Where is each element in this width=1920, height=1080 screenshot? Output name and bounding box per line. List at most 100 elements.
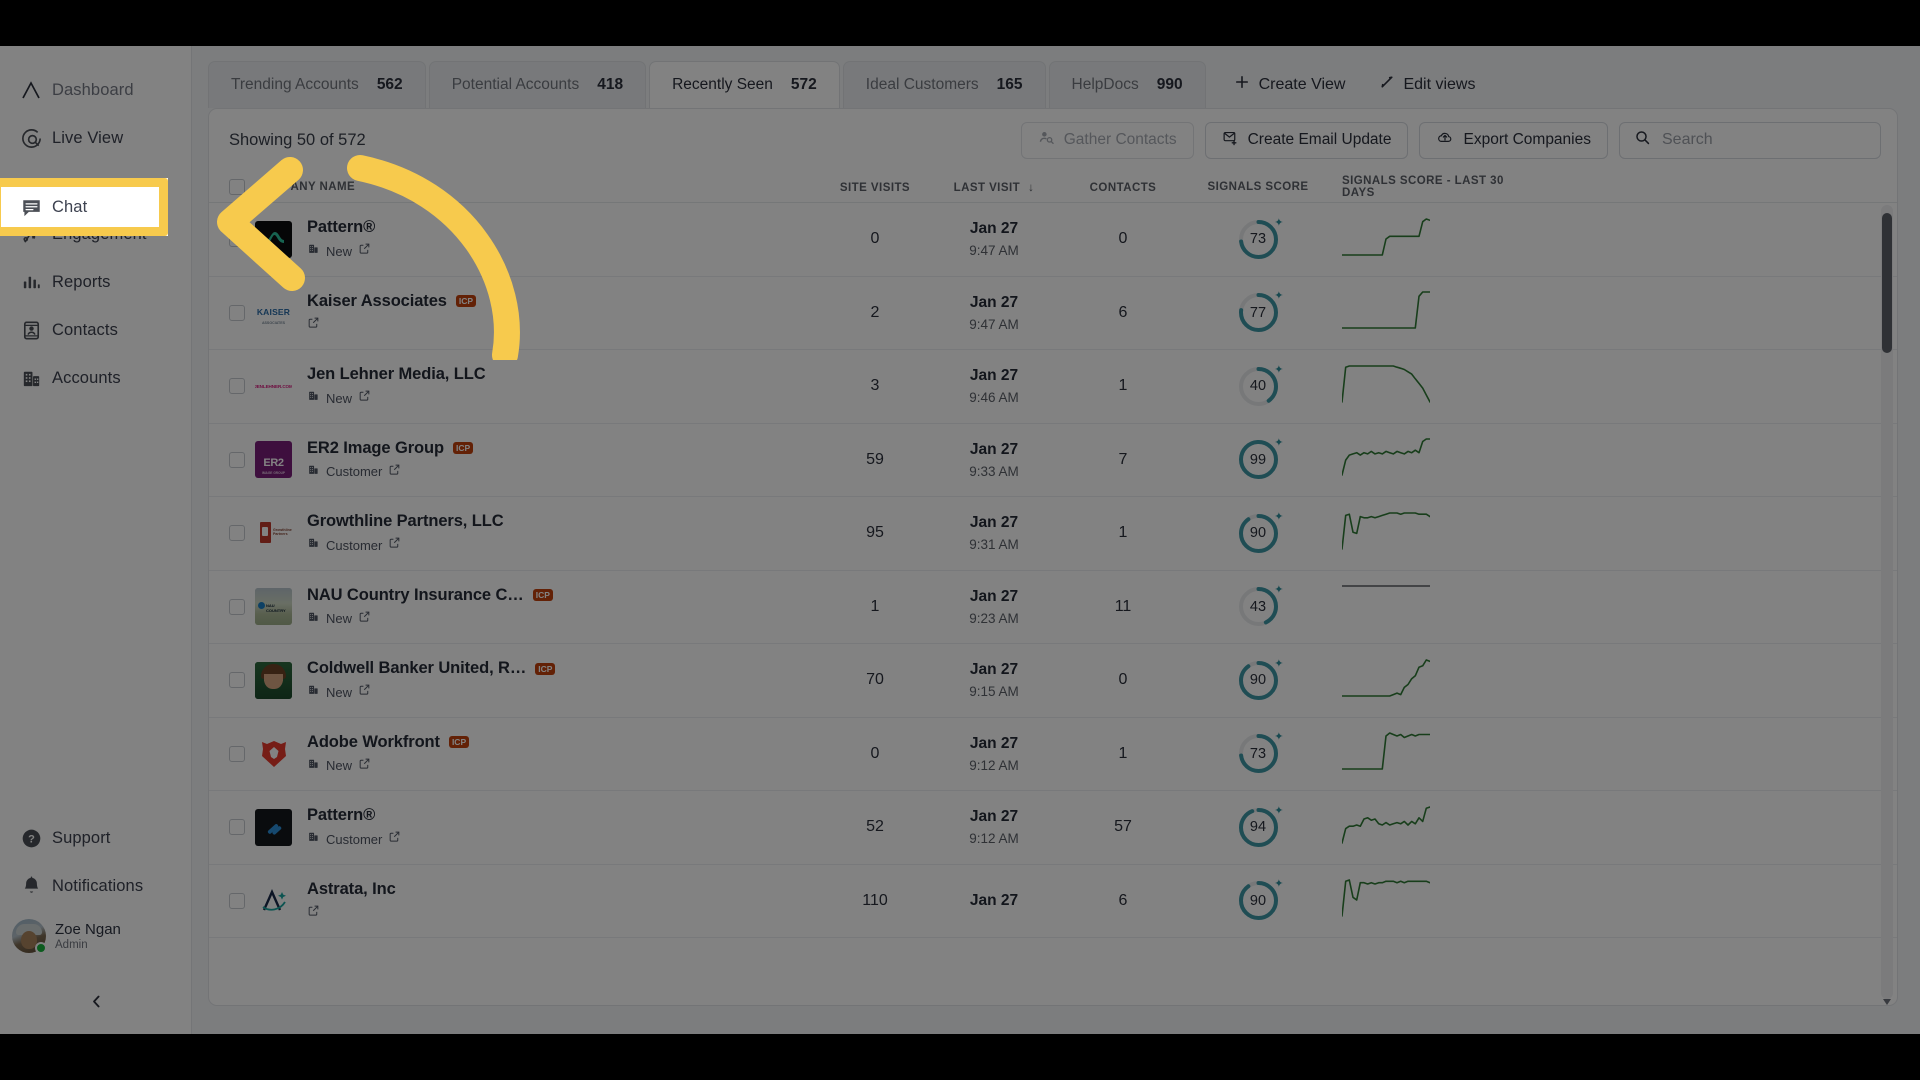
table-row[interactable]: Astrata, Inc 110 Jan 27 6 90 ✦ [209, 865, 1897, 939]
external-link-icon[interactable] [358, 389, 371, 407]
company-status: New [326, 758, 352, 773]
signals-sparkline [1342, 510, 1430, 557]
site-visits-value: 2 [871, 304, 880, 321]
table-row[interactable]: ER2 IMAGE GROUP ER2 Image Group ICP Cust… [209, 424, 1897, 498]
icp-badge: ICP [535, 663, 555, 675]
tab-ideal-customers[interactable]: Ideal Customers 165 [843, 61, 1046, 108]
create-view-button[interactable]: Create View [1219, 61, 1360, 108]
user-name: Zoe Ngan [55, 921, 121, 938]
column-header-signals-score[interactable]: SIGNALS SCORE [1207, 181, 1308, 193]
signals-score-ring: 90 ✦ [1238, 660, 1279, 701]
tab-label: Potential Accounts [452, 76, 580, 94]
avatar [12, 919, 46, 953]
tab-count: 990 [1157, 76, 1183, 94]
sidebar-item-live-view[interactable]: Live View [0, 114, 191, 162]
table-row[interactable]: GrowthlinePartners Growthline Partners, … [209, 497, 1897, 571]
table-row[interactable]: NAU COUNTRY NAU Country Insurance C… ICP… [209, 571, 1897, 645]
plus-icon [1233, 73, 1251, 96]
row-checkbox[interactable] [229, 525, 245, 541]
sidebar-item-label: Chat [52, 198, 87, 217]
company-type-icon [307, 389, 320, 407]
company-type-icon [307, 757, 320, 775]
edit-views-button[interactable]: Edit views [1365, 61, 1489, 108]
gather-contacts-label: Gather Contacts [1064, 131, 1177, 149]
company-name[interactable]: Growthline Partners, LLC [307, 512, 504, 531]
scroll-down-arrow-icon[interactable] [1883, 992, 1891, 998]
row-checkbox[interactable] [229, 378, 245, 394]
sidebar-item-reports[interactable]: Reports [0, 258, 191, 306]
table-row[interactable]: Adobe Workfront ICP New 0 Jan 27 9:12 AM… [209, 718, 1897, 792]
search-box[interactable] [1619, 122, 1881, 159]
company-name[interactable]: Jen Lehner Media, LLC [307, 365, 486, 384]
external-link-icon[interactable] [358, 683, 371, 701]
sidebar-collapse-button[interactable] [0, 982, 192, 1026]
company-name[interactable]: Adobe Workfront [307, 733, 440, 752]
sparkle-icon: ✦ [1274, 585, 1283, 596]
external-link-icon[interactable] [388, 536, 401, 554]
row-checkbox[interactable] [229, 452, 245, 468]
signals-score-value: 77 [1238, 292, 1279, 333]
column-header-last-visit[interactable]: LAST VISIT [954, 182, 1020, 194]
tab-potential-accounts[interactable]: Potential Accounts 418 [429, 61, 646, 108]
contacts-value: 57 [1114, 818, 1132, 835]
create-email-update-button[interactable]: Create Email Update [1205, 122, 1409, 159]
scroll-up-arrow-icon[interactable] [1883, 206, 1891, 212]
contacts-icon [10, 319, 52, 342]
last-visit-time: 9:47 AM [920, 243, 1068, 258]
external-link-icon[interactable] [388, 463, 401, 481]
tab-label: Recently Seen [672, 76, 773, 94]
signals-sparkline [1342, 804, 1430, 851]
sidebar-item-chat[interactable]: Chat [0, 178, 168, 236]
company-name[interactable]: Astrata, Inc [307, 880, 396, 899]
company-status: Customer [326, 538, 382, 553]
sort-desc-icon: ↓ [1025, 182, 1035, 194]
sidebar-item-contacts[interactable]: Contacts [0, 306, 191, 354]
external-link-icon[interactable] [307, 904, 320, 922]
sparkle-icon: ✦ [1274, 512, 1283, 523]
external-link-icon[interactable] [358, 757, 371, 775]
last-visit-time: 9:23 AM [920, 611, 1068, 626]
table-scrollbar-track[interactable] [1881, 205, 1893, 999]
tab-helpdocs[interactable]: HelpDocs 990 [1049, 61, 1206, 108]
external-link-icon[interactable] [388, 830, 401, 848]
sidebar-item-dashboard[interactable]: Dashboard [0, 66, 191, 114]
tab-actions: Create View Edit views [1219, 61, 1490, 108]
sidebar-item-support[interactable]: ? Support [0, 814, 192, 862]
last-visit-time: 9:46 AM [920, 390, 1068, 405]
row-checkbox[interactable] [229, 599, 245, 615]
table-row[interactable]: JENLEHNER.COM Jen Lehner Media, LLC New … [209, 350, 1897, 424]
column-header-signals-score-30-days[interactable]: SIGNALS SCORE - LAST 30 DAYS [1342, 175, 1533, 199]
row-checkbox[interactable] [229, 672, 245, 688]
table-row[interactable]: Pattern® Customer 52 Jan 27 9:12 AM 57 9… [209, 791, 1897, 865]
external-link-icon[interactable] [358, 610, 371, 628]
site-visits-value: 70 [866, 671, 884, 688]
column-header-site-visits[interactable]: SITE VISITS [840, 182, 910, 194]
sidebar-item-accounts[interactable]: Accounts [0, 354, 191, 402]
signals-score-ring: 73 ✦ [1238, 219, 1279, 260]
tab-trending-accounts[interactable]: Trending Accounts 562 [208, 61, 426, 108]
signals-score-value: 90 [1238, 880, 1279, 921]
sidebar-item-notifications[interactable]: Notifications [0, 862, 192, 910]
search-input[interactable] [1662, 131, 1866, 149]
company-type-icon [307, 830, 320, 848]
signals-score-ring: 43 ✦ [1238, 586, 1279, 627]
company-name[interactable]: Coldwell Banker United, R… [307, 659, 526, 678]
edit-views-label: Edit views [1403, 76, 1475, 94]
row-checkbox[interactable] [229, 746, 245, 762]
row-checkbox[interactable] [229, 819, 245, 835]
tab-recently-seen[interactable]: Recently Seen 572 [649, 61, 840, 108]
export-companies-button[interactable]: Export Companies [1419, 122, 1608, 159]
tab-count: 562 [377, 76, 403, 94]
row-checkbox[interactable] [229, 893, 245, 909]
column-header-contacts[interactable]: CONTACTS [1090, 182, 1157, 194]
table-row[interactable]: Coldwell Banker United, R… ICP New 70 Ja… [209, 644, 1897, 718]
signals-score-value: 90 [1238, 513, 1279, 554]
sidebar-user-profile[interactable]: Zoe Ngan Admin [0, 910, 192, 962]
table-scrollbar-thumb[interactable] [1882, 213, 1892, 353]
company-name[interactable]: NAU Country Insurance C… [307, 586, 524, 605]
gather-contacts-button[interactable]: Gather Contacts [1021, 122, 1194, 159]
pencil-icon [1379, 74, 1395, 95]
company-name[interactable]: Pattern® [307, 806, 375, 825]
company-name[interactable]: ER2 Image Group [307, 439, 444, 458]
site-visits-value: 110 [862, 892, 888, 909]
